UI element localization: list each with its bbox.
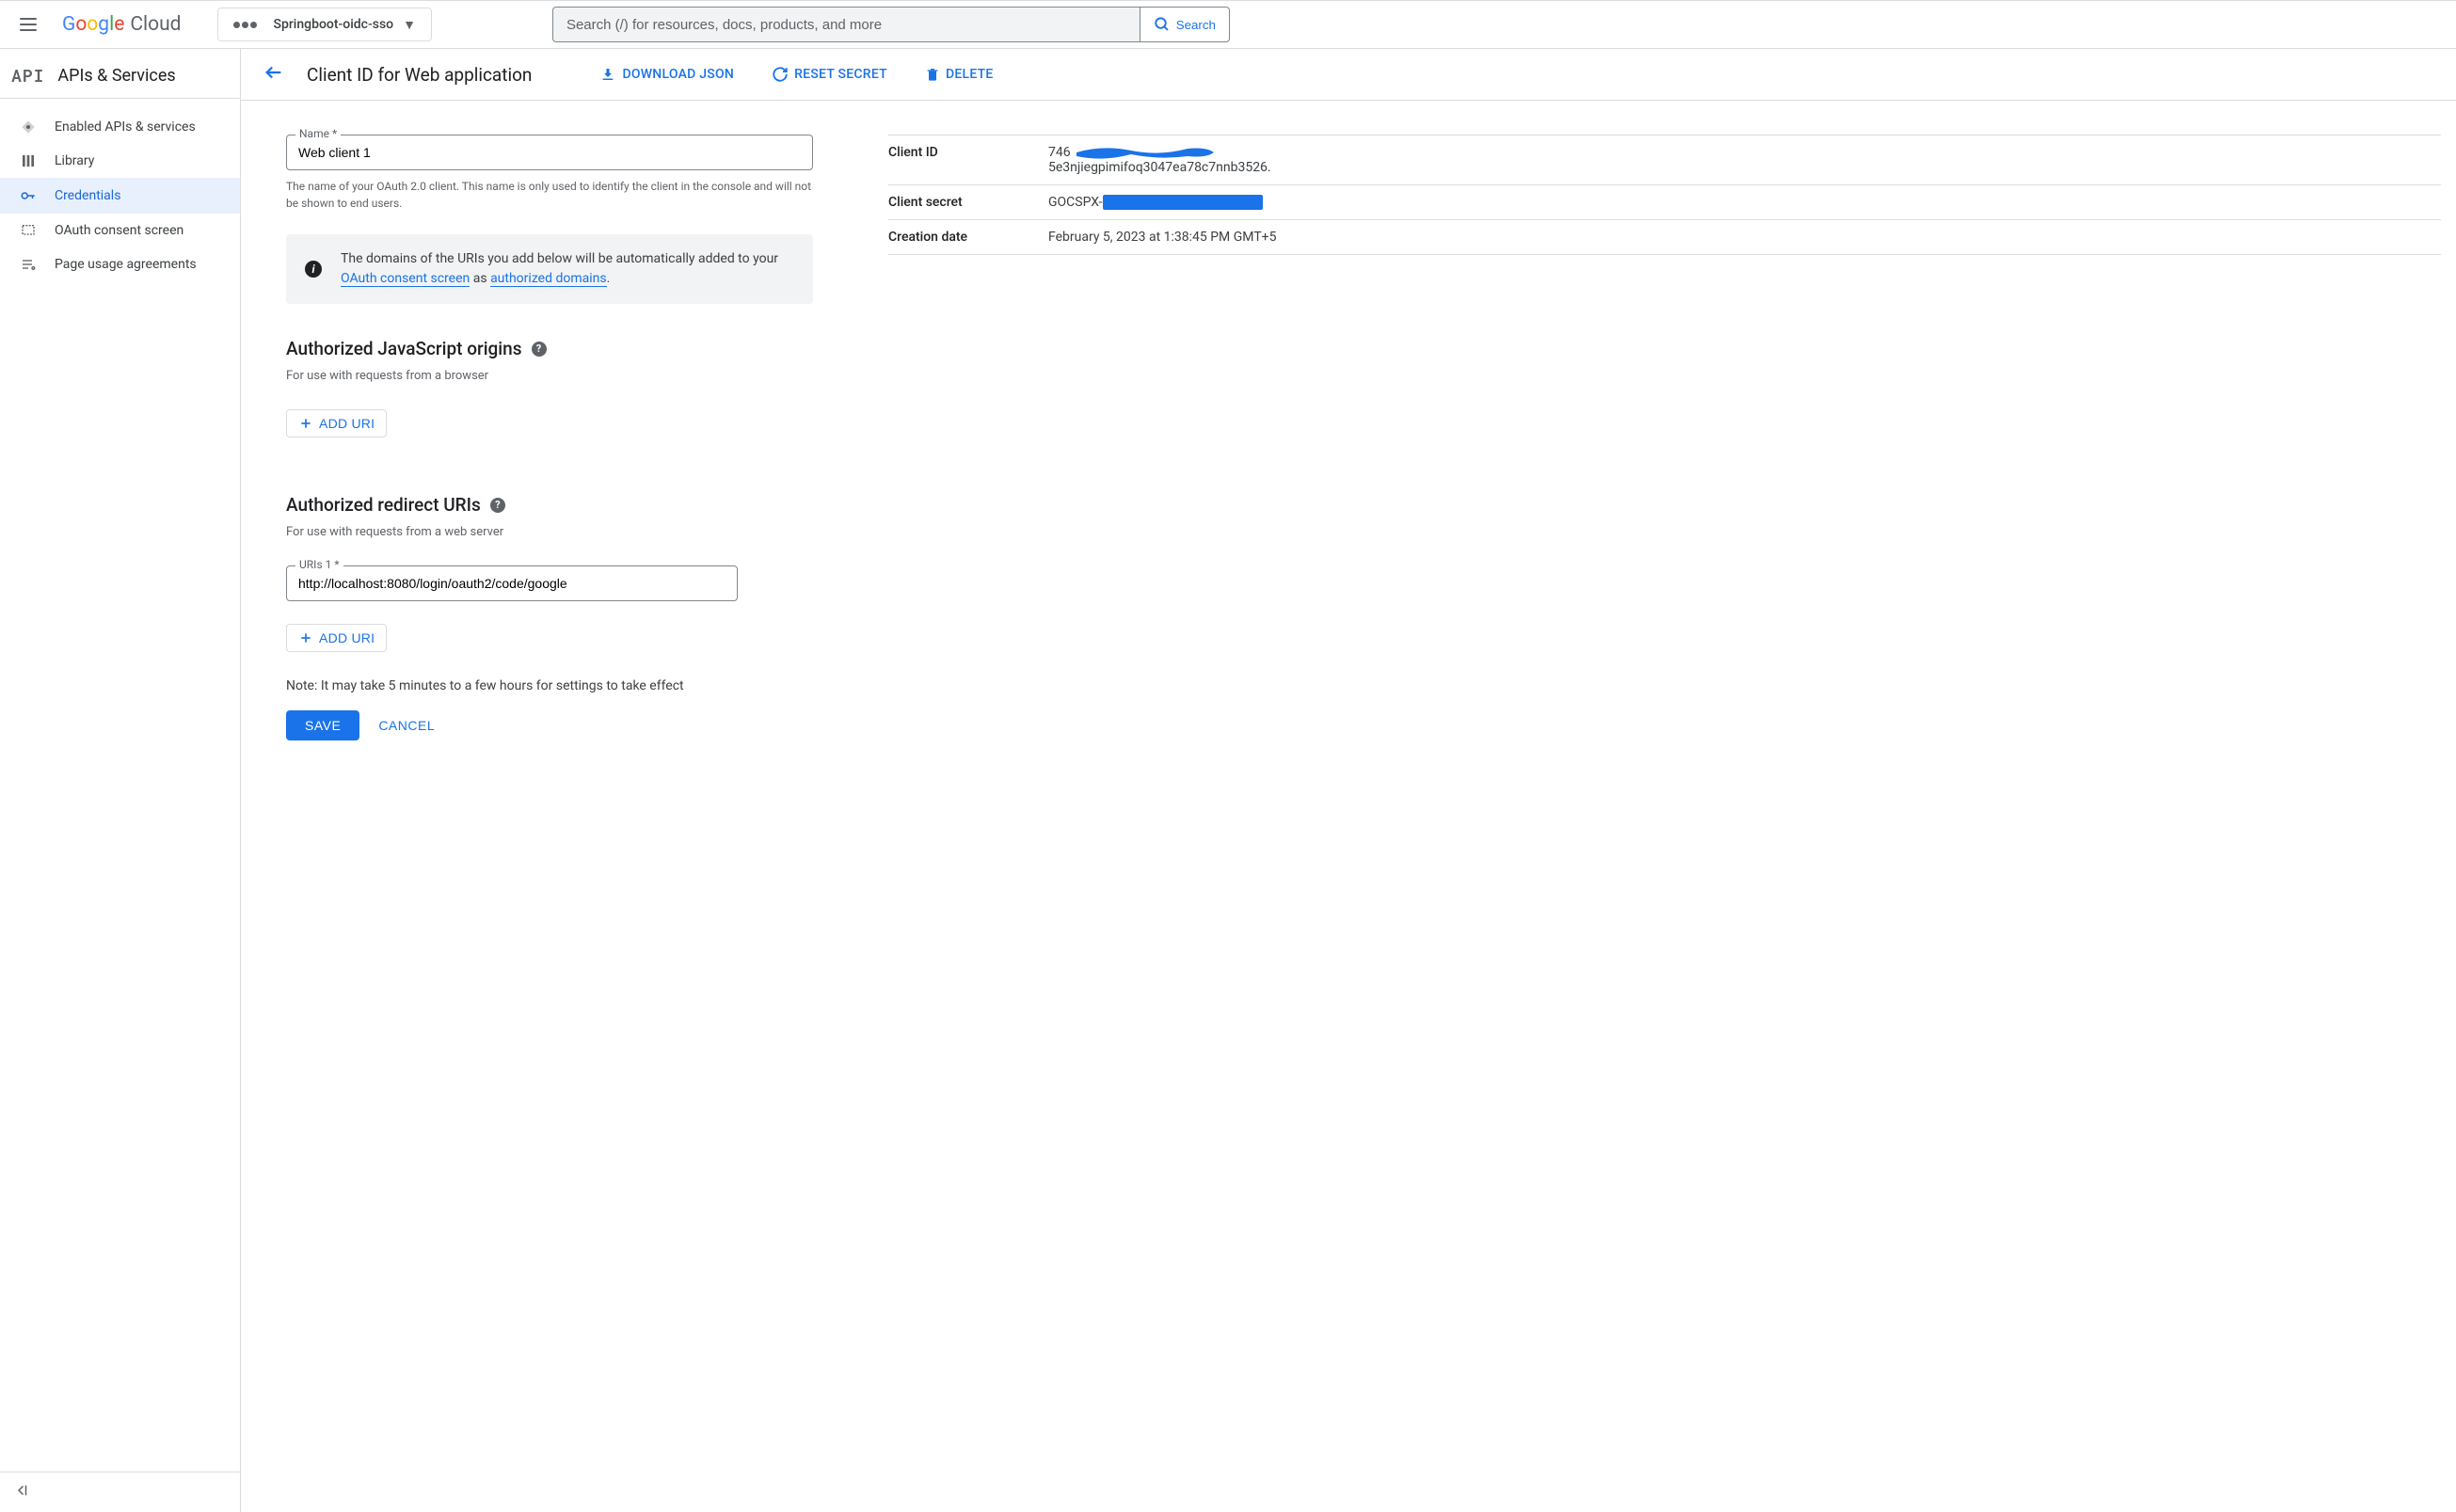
page-header: Client ID for Web application DOWNLOAD J… bbox=[241, 49, 2456, 101]
sidebar-item-label: Page usage agreements bbox=[55, 257, 197, 272]
project-selector[interactable]: Springboot-oidc-sso ▼ bbox=[217, 8, 432, 41]
sidebar-footer bbox=[0, 1472, 240, 1512]
project-icon bbox=[233, 22, 257, 28]
button-row: SAVE CANCEL bbox=[286, 710, 813, 740]
page-title: Client ID for Web application bbox=[307, 64, 532, 86]
creation-date-row: Creation date February 5, 2023 at 1:38:4… bbox=[888, 219, 2441, 255]
client-secret-row: Client secret GOCSPX- bbox=[888, 184, 2441, 219]
sidebar-header: API APIs & Services bbox=[0, 49, 240, 99]
sidebar-item-library[interactable]: Library bbox=[0, 144, 240, 178]
trash-icon bbox=[925, 66, 940, 83]
side-panel: Client ID 746 5e3njiegpimifoq3047ea78c7n… bbox=[888, 135, 2441, 740]
arrow-left-icon bbox=[263, 62, 284, 83]
sidebar-item-credentials[interactable]: Credentials bbox=[0, 178, 240, 214]
info-banner: i The domains of the URIs you add below … bbox=[286, 234, 813, 304]
redirect-uris-desc: For use with requests from a web server bbox=[286, 525, 813, 539]
cancel-button[interactable]: CANCEL bbox=[378, 718, 435, 733]
sidebar-nav: Enabled APIs & services Library Credenti… bbox=[0, 99, 240, 293]
sidebar-item-label: OAuth consent screen bbox=[55, 223, 183, 238]
menu-icon[interactable] bbox=[9, 6, 47, 43]
refresh-icon bbox=[772, 66, 789, 83]
client-id-value: 746 5e3njiegpimifoq3047ea78c7nnb3526. bbox=[1048, 145, 2441, 175]
sidebar: API APIs & Services Enabled APIs & servi… bbox=[0, 49, 241, 1512]
back-button[interactable] bbox=[260, 58, 288, 90]
js-origins-title: Authorized JavaScript origins ? bbox=[286, 338, 813, 359]
credentials-icon bbox=[19, 187, 38, 204]
sidebar-title: APIs & Services bbox=[57, 66, 175, 86]
name-field-label: Name * bbox=[295, 127, 341, 140]
client-id-row: Client ID 746 5e3njiegpimifoq3047ea78c7n… bbox=[888, 135, 2441, 184]
consent-icon bbox=[19, 223, 38, 238]
usage-icon bbox=[19, 257, 38, 272]
help-icon[interactable]: ? bbox=[490, 498, 505, 513]
uri1-label: URIs 1 * bbox=[295, 558, 343, 571]
redaction-mark bbox=[1075, 143, 1216, 164]
creation-date-label: Creation date bbox=[888, 230, 1048, 245]
uri1-field-wrap: URIs 1 * bbox=[286, 565, 738, 601]
plus-icon bbox=[298, 630, 313, 645]
redirect-uris-title: Authorized redirect URIs ? bbox=[286, 494, 813, 516]
top-bar: Google Cloud Springboot-oidc-sso ▼ Searc… bbox=[0, 0, 2456, 49]
save-button[interactable]: SAVE bbox=[286, 710, 359, 740]
add-uri-button-redirect[interactable]: ADD URI bbox=[286, 624, 387, 652]
project-name: Springboot-oidc-sso bbox=[274, 17, 394, 32]
reset-secret-button[interactable]: RESET SECRET bbox=[772, 66, 887, 83]
search-icon bbox=[1154, 16, 1171, 33]
redaction-mark bbox=[1103, 195, 1263, 210]
search-bar: Search bbox=[552, 7, 1230, 42]
add-uri-button-js[interactable]: ADD URI bbox=[286, 409, 387, 438]
delete-button[interactable]: DELETE bbox=[925, 66, 994, 83]
js-origins-desc: For use with requests from a browser bbox=[286, 369, 813, 383]
library-icon bbox=[19, 153, 38, 168]
search-button[interactable]: Search bbox=[1140, 8, 1229, 41]
client-secret-value: GOCSPX- bbox=[1048, 195, 2441, 210]
uri1-input[interactable] bbox=[286, 565, 738, 601]
form-column: Name * The name of your OAuth 2.0 client… bbox=[286, 135, 813, 740]
help-icon[interactable]: ? bbox=[532, 342, 547, 357]
oauth-consent-link[interactable]: OAuth consent screen bbox=[341, 271, 470, 287]
info-icon: i bbox=[305, 261, 322, 278]
download-json-button[interactable]: DOWNLOAD JSON bbox=[599, 66, 734, 83]
authorized-domains-link[interactable]: authorized domains bbox=[490, 271, 607, 287]
client-id-label: Client ID bbox=[888, 145, 1048, 175]
sidebar-item-page-usage[interactable]: Page usage agreements bbox=[0, 247, 240, 281]
note-text: Note: It may take 5 minutes to a few hou… bbox=[286, 678, 813, 693]
google-cloud-logo[interactable]: Google Cloud bbox=[62, 13, 182, 36]
plus-icon bbox=[298, 416, 313, 431]
main-content: Client ID for Web application DOWNLOAD J… bbox=[241, 49, 2456, 1512]
sidebar-item-enabled-apis[interactable]: Enabled APIs & services bbox=[0, 110, 240, 144]
sidebar-item-label: Library bbox=[55, 153, 94, 168]
name-help-text: The name of your OAuth 2.0 client. This … bbox=[286, 178, 813, 212]
client-secret-label: Client secret bbox=[888, 195, 1048, 210]
search-input[interactable] bbox=[553, 8, 1140, 41]
sidebar-item-oauth-consent[interactable]: OAuth consent screen bbox=[0, 214, 240, 247]
download-icon bbox=[599, 66, 616, 83]
name-input[interactable] bbox=[286, 135, 813, 170]
name-field-wrap: Name * bbox=[286, 135, 813, 170]
chevron-down-icon: ▼ bbox=[403, 17, 416, 33]
collapse-sidebar-icon[interactable] bbox=[13, 1488, 30, 1503]
sidebar-item-label: Enabled APIs & services bbox=[55, 119, 196, 135]
enabled-apis-icon bbox=[19, 119, 38, 135]
sidebar-item-label: Credentials bbox=[55, 188, 120, 203]
api-badge: API bbox=[11, 64, 44, 87]
creation-date-value: February 5, 2023 at 1:38:45 PM GMT+5 bbox=[1048, 230, 2441, 245]
